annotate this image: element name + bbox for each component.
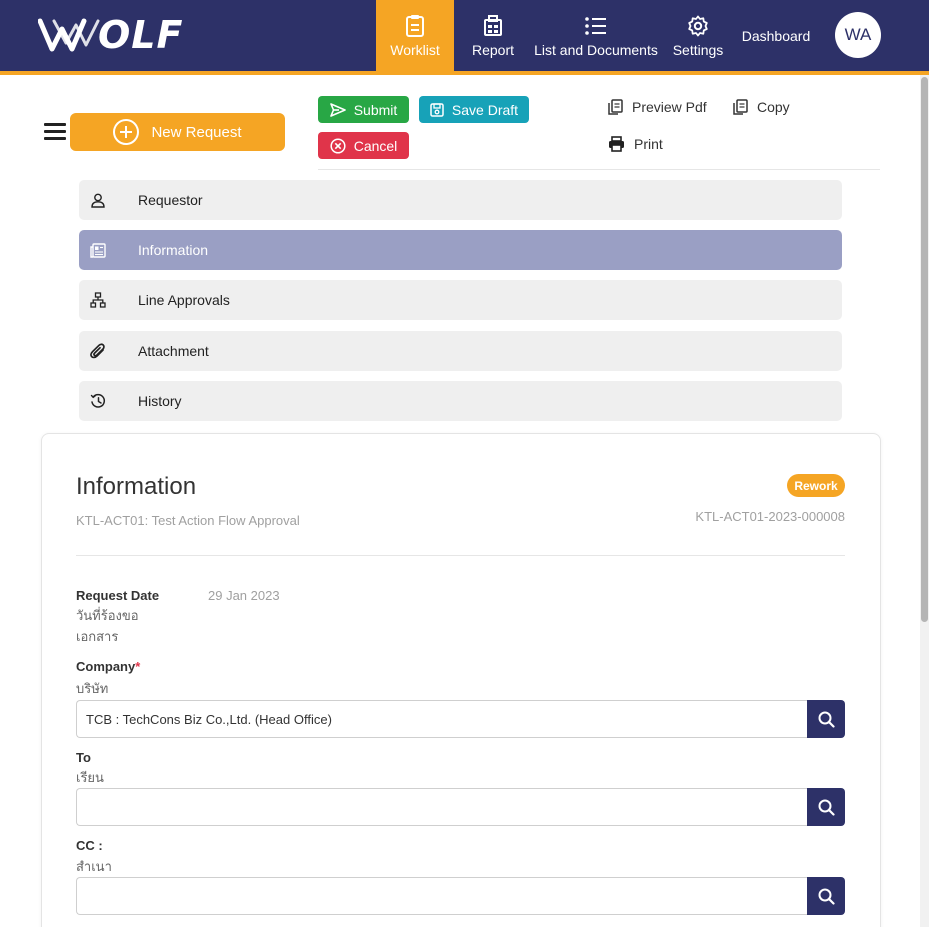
card-divider bbox=[76, 555, 845, 556]
save-icon bbox=[430, 102, 444, 117]
search-icon bbox=[818, 888, 835, 905]
avatar[interactable]: WA bbox=[835, 12, 881, 58]
company-sub-label: บริษัท bbox=[76, 681, 109, 696]
document-icon bbox=[79, 230, 117, 270]
history-icon bbox=[79, 381, 117, 421]
request-date-sub-label-2: เอกสาร bbox=[76, 629, 119, 644]
copy-label: Copy bbox=[757, 99, 790, 115]
copy-icon bbox=[733, 99, 748, 115]
cancel-button[interactable]: Cancel bbox=[318, 132, 409, 159]
section-information-label: Information bbox=[138, 242, 209, 258]
nav-report[interactable]: Report bbox=[456, 0, 530, 71]
plus-circle-icon bbox=[113, 119, 140, 145]
submit-label: Submit bbox=[353, 101, 398, 118]
cancel-label: Cancel bbox=[353, 137, 398, 154]
company-field[interactable] bbox=[76, 700, 807, 738]
company-field-group bbox=[76, 700, 845, 738]
brand-text: OLF bbox=[98, 13, 184, 57]
request-date-value: 29 Jan 2023 bbox=[208, 588, 280, 603]
nav-list-label: List and Documents bbox=[534, 41, 658, 58]
nav-worklist[interactable]: Worklist bbox=[376, 0, 454, 71]
copy-button[interactable]: Copy bbox=[733, 99, 790, 115]
search-icon bbox=[818, 799, 835, 816]
required-mark: * bbox=[135, 659, 141, 674]
section-information[interactable]: Information bbox=[79, 230, 842, 270]
document-number: KTL-ACT01-2023-000008 bbox=[695, 509, 845, 524]
close-circle-icon bbox=[330, 137, 346, 154]
section-history-label: History bbox=[138, 393, 182, 409]
brand-logo[interactable]: OLF bbox=[38, 12, 183, 58]
toolbar-divider bbox=[318, 169, 880, 170]
cc-field[interactable] bbox=[76, 877, 807, 915]
nav-settings-label: Settings bbox=[672, 41, 724, 58]
cc-sub-label: สำเนา bbox=[76, 859, 112, 874]
company-label: Company* bbox=[76, 659, 140, 674]
company-label-text: Company bbox=[76, 659, 136, 674]
sitemap-icon bbox=[79, 280, 117, 320]
section-line-approvals[interactable]: Line Approvals bbox=[79, 280, 842, 320]
section-requestor-label: Requestor bbox=[138, 192, 203, 208]
print-button[interactable]: Print bbox=[608, 136, 663, 152]
copy-doc-icon bbox=[608, 99, 623, 115]
new-request-button[interactable]: New Request bbox=[70, 113, 285, 151]
request-date-label: Request Date bbox=[76, 588, 160, 603]
to-label: To bbox=[76, 750, 91, 765]
preview-pdf-button[interactable]: Preview Pdf bbox=[608, 99, 707, 115]
user-icon bbox=[79, 180, 117, 220]
nav-list-and-documents[interactable]: List and Documents bbox=[532, 0, 660, 71]
save-draft-button[interactable]: Save Draft bbox=[419, 96, 529, 123]
cc-search-button[interactable] bbox=[807, 877, 845, 915]
list-icon bbox=[584, 14, 608, 38]
save-draft-label: Save Draft bbox=[451, 101, 519, 118]
report-icon bbox=[482, 14, 504, 38]
submit-button[interactable]: Submit bbox=[318, 96, 409, 123]
company-search-button[interactable] bbox=[807, 700, 845, 738]
information-card bbox=[41, 433, 881, 927]
printer-icon bbox=[609, 136, 624, 152]
nav-settings[interactable]: Settings bbox=[664, 0, 732, 71]
section-history[interactable]: History bbox=[79, 381, 842, 421]
navbar-accent-line bbox=[0, 71, 929, 75]
gear-icon bbox=[687, 14, 709, 38]
print-label: Print bbox=[634, 136, 663, 152]
new-request-label: New Request bbox=[151, 123, 242, 141]
menu-toggle-icon[interactable] bbox=[44, 123, 66, 141]
flow-subtitle: KTL-ACT01: Test Action Flow Approval bbox=[76, 513, 300, 528]
to-search-button[interactable] bbox=[807, 788, 845, 826]
preview-pdf-label: Preview Pdf bbox=[632, 99, 707, 115]
section-attachment[interactable]: Attachment bbox=[79, 331, 842, 371]
cc-field-group bbox=[76, 877, 845, 915]
send-icon bbox=[329, 102, 346, 117]
cc-label: CC : bbox=[76, 838, 103, 853]
section-attachment-label: Attachment bbox=[138, 343, 209, 359]
request-date-sub-label: วันที่ร้องขอ bbox=[76, 608, 139, 623]
paperclip-icon bbox=[79, 331, 117, 371]
page-title: Information bbox=[76, 473, 197, 500]
section-requestor[interactable]: Requestor bbox=[79, 180, 842, 220]
logo-mark-icon bbox=[38, 18, 100, 52]
to-sub-label: เรียน bbox=[76, 770, 104, 785]
to-field-group bbox=[76, 788, 845, 826]
clipboard-icon bbox=[404, 14, 426, 38]
nav-worklist-label: Worklist bbox=[390, 41, 440, 58]
to-field[interactable] bbox=[76, 788, 807, 826]
search-icon bbox=[818, 711, 835, 728]
scrollbar-thumb[interactable] bbox=[921, 77, 928, 622]
section-line-approvals-label: Line Approvals bbox=[138, 292, 230, 308]
nav-report-label: Report bbox=[471, 41, 515, 58]
status-badge: Rework bbox=[787, 474, 845, 497]
nav-dashboard[interactable]: Dashboard bbox=[736, 0, 816, 71]
